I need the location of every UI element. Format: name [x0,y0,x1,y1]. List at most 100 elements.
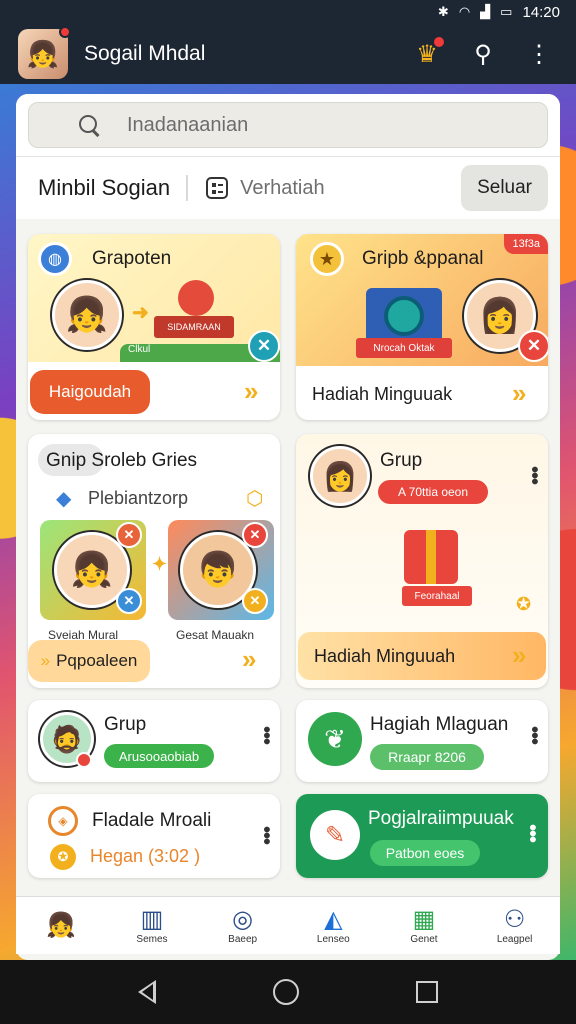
search-container: Inadanaanian [16,94,560,157]
close-icon[interactable]: ✕ [242,522,268,548]
card-grip-sroleb[interactable]: Gnip Sroleb Gries ◆ Plebiantzorp ⬡ 👧 ✕ ✕… [28,434,280,688]
seluar-button[interactable]: Seluar [461,165,548,211]
back-icon[interactable] [138,980,157,1004]
card-pill: Arusooaobiab [104,744,214,768]
pqpoaleen-label: Pqpoaleen [56,651,138,670]
card-pogjalra[interactable]: ✎ Pogjalraiimpuuak Patbon eoes ••• [296,794,548,878]
girl-face-icon: 👩 [322,460,358,492]
star-icon: ★ [310,242,344,276]
card-tag: A 70ttia oeon [378,480,488,504]
character-icon [178,280,214,316]
battery-icon: ▭ [500,4,513,19]
status-bar: ✱ ◠ ▟ ▭ 14:20 [0,0,576,24]
search-icon[interactable]: ⚲ [464,35,502,73]
nav-label: Genet [410,934,438,945]
girl-face-icon: 👩 [478,297,522,335]
card-grup-gift[interactable]: 👩 Grup A 70ttia oeon ••• Feorahaal ✪ Had… [296,434,548,688]
card-pill: Rraapr 8206 [370,744,484,770]
card-pill: Patbon eoes [370,840,480,866]
close-icon[interactable]: ✕ [116,588,142,614]
corner-badge: 13f3a [504,234,548,254]
coin-icon: ✪ [50,844,76,870]
close-icon[interactable]: ✕ [518,330,548,362]
status-dot [76,752,92,768]
arrow-icon: » [40,651,51,670]
haigoudah-button[interactable]: Haigoudah [30,370,150,414]
status-time: 14:20 [522,3,560,21]
card-title: Grup [380,450,423,471]
nav-label: Leagpel [496,934,533,945]
star-badge-icon: ✪ [516,594,532,614]
nav-lenseo[interactable]: ◭ Lenseo [298,906,368,945]
avatar-icon: 👧 [46,911,77,939]
signal-icon: ▟ [480,4,491,19]
banner-label: SIDAMRAAN [154,316,234,338]
tab-secondary[interactable]: Verhatiah [206,177,461,200]
app-bar: 👧 Sogail Mhdal ♛ ⚲ ⋮ [0,24,576,84]
tab-primary[interactable]: Minbil Sogian [38,175,189,201]
more-vert-icon[interactable]: ••• [255,826,277,844]
close-icon[interactable]: ✕ [242,588,268,614]
nav-semes[interactable]: ▥ Semes [117,906,187,945]
card-sub: Hegan (3:02 ) [90,846,201,866]
screen-icon [366,288,442,344]
gift-ribbon [426,530,436,584]
leaf-icon: ❦ [308,712,362,766]
nav-genet[interactable]: ▦ Genet [389,906,459,945]
avatar: 👩 [310,446,370,506]
shield-icon: ◍ [38,242,72,276]
card-grup-small[interactable]: 🧔 Grup Arusooaobiab ••• [28,700,280,782]
home-icon[interactable] [272,979,299,1005]
close-icon[interactable]: ✕ [248,330,280,362]
search-input[interactable]: Inadanaanian [28,102,548,148]
pqpoaleen-button[interactable]: » Pqpoaleen [28,640,150,682]
crown-icon[interactable]: ♛ [408,35,446,73]
avatar: 👧 [52,280,122,350]
more-vert-icon[interactable]: ••• [521,824,543,842]
nav-label: Baeep [228,934,258,945]
card-title: Grapoten [92,248,172,269]
chevron-right-icon[interactable]: » [244,376,258,407]
girl-face-icon: 👧 [26,38,60,69]
card-gripb[interactable]: ★ Gripb &ppanal 13f3a Nrocah Oktak 👩 ✕ H… [296,234,548,420]
wifi-icon: ◠ [458,4,471,19]
card-fladale[interactable]: ◈ Fladale Mroali ✪ Hegan (3:02 ) ••• [28,794,280,878]
nav-leagpel[interactable]: ⚇ Leagpel [480,906,550,945]
card-title: Pogjalraiimpuuak [368,808,514,829]
man-face-icon: 🧔 [50,723,84,754]
nav-label: Lenseo [316,934,350,945]
badge-icon: ⬡ [246,488,264,510]
more-vert-icon[interactable]: ••• [523,726,545,744]
recents-icon[interactable] [415,981,438,1003]
girl-face-icon: 👧 [70,551,114,589]
chevron-right-icon[interactable]: » [512,378,526,409]
profile-avatar[interactable]: 👧 [18,26,71,79]
card-hagiah[interactable]: ❦ Hagiah Mlaguan Rraapr 8206 ••• [296,700,548,782]
notification-dot [59,26,71,38]
more-vert-icon[interactable]: ••• [523,466,545,484]
nav-baeep[interactable]: ◎ Baeep [208,906,278,945]
hadiah-button[interactable]: Hadiah Minguuah [298,632,546,680]
more-vert-icon[interactable]: ⋮ [520,35,558,73]
chevron-right-icon[interactable]: » [242,644,256,675]
card-sub: Plebiantzorp [88,488,189,508]
card-title: Hagiah Mlaguan [370,714,509,735]
nav-label: Semes [136,934,168,945]
book-icon: ▥ [140,906,164,933]
close-icon[interactable]: ✕ [116,522,142,548]
bottom-nav: 👧 ▥ Semes ◎ Baeep ◭ Lenseo ▦ Genet ⚇ Lea… [16,896,560,954]
chevron-right-icon[interactable]: » [512,640,526,671]
app-title: Sogail Mhdal [84,42,206,65]
magnifier-icon [79,115,99,135]
search-placeholder: Inadanaanian [127,113,249,136]
nav-avatar[interactable]: 👧 [26,912,96,940]
main-panel: Inadanaanian Minbil Sogian Verhatiah Sel… [16,94,560,960]
bluetooth-icon: ✱ [437,4,449,19]
chat-icon: ◎ [232,906,254,933]
gift-label: Feorahaal [402,586,472,606]
more-vert-icon[interactable]: ••• [255,726,277,744]
plus-icon: ✦ [152,554,168,574]
card-title: Gnip Sroleb Gries [46,450,198,471]
card-grapoten[interactable]: ◍ Grapoten 👧 ➜ SIDAMRAAN Clkul ✕ Haigoud… [28,234,280,420]
hadiah-button[interactable]: Hadiah Minguuak [312,384,452,405]
